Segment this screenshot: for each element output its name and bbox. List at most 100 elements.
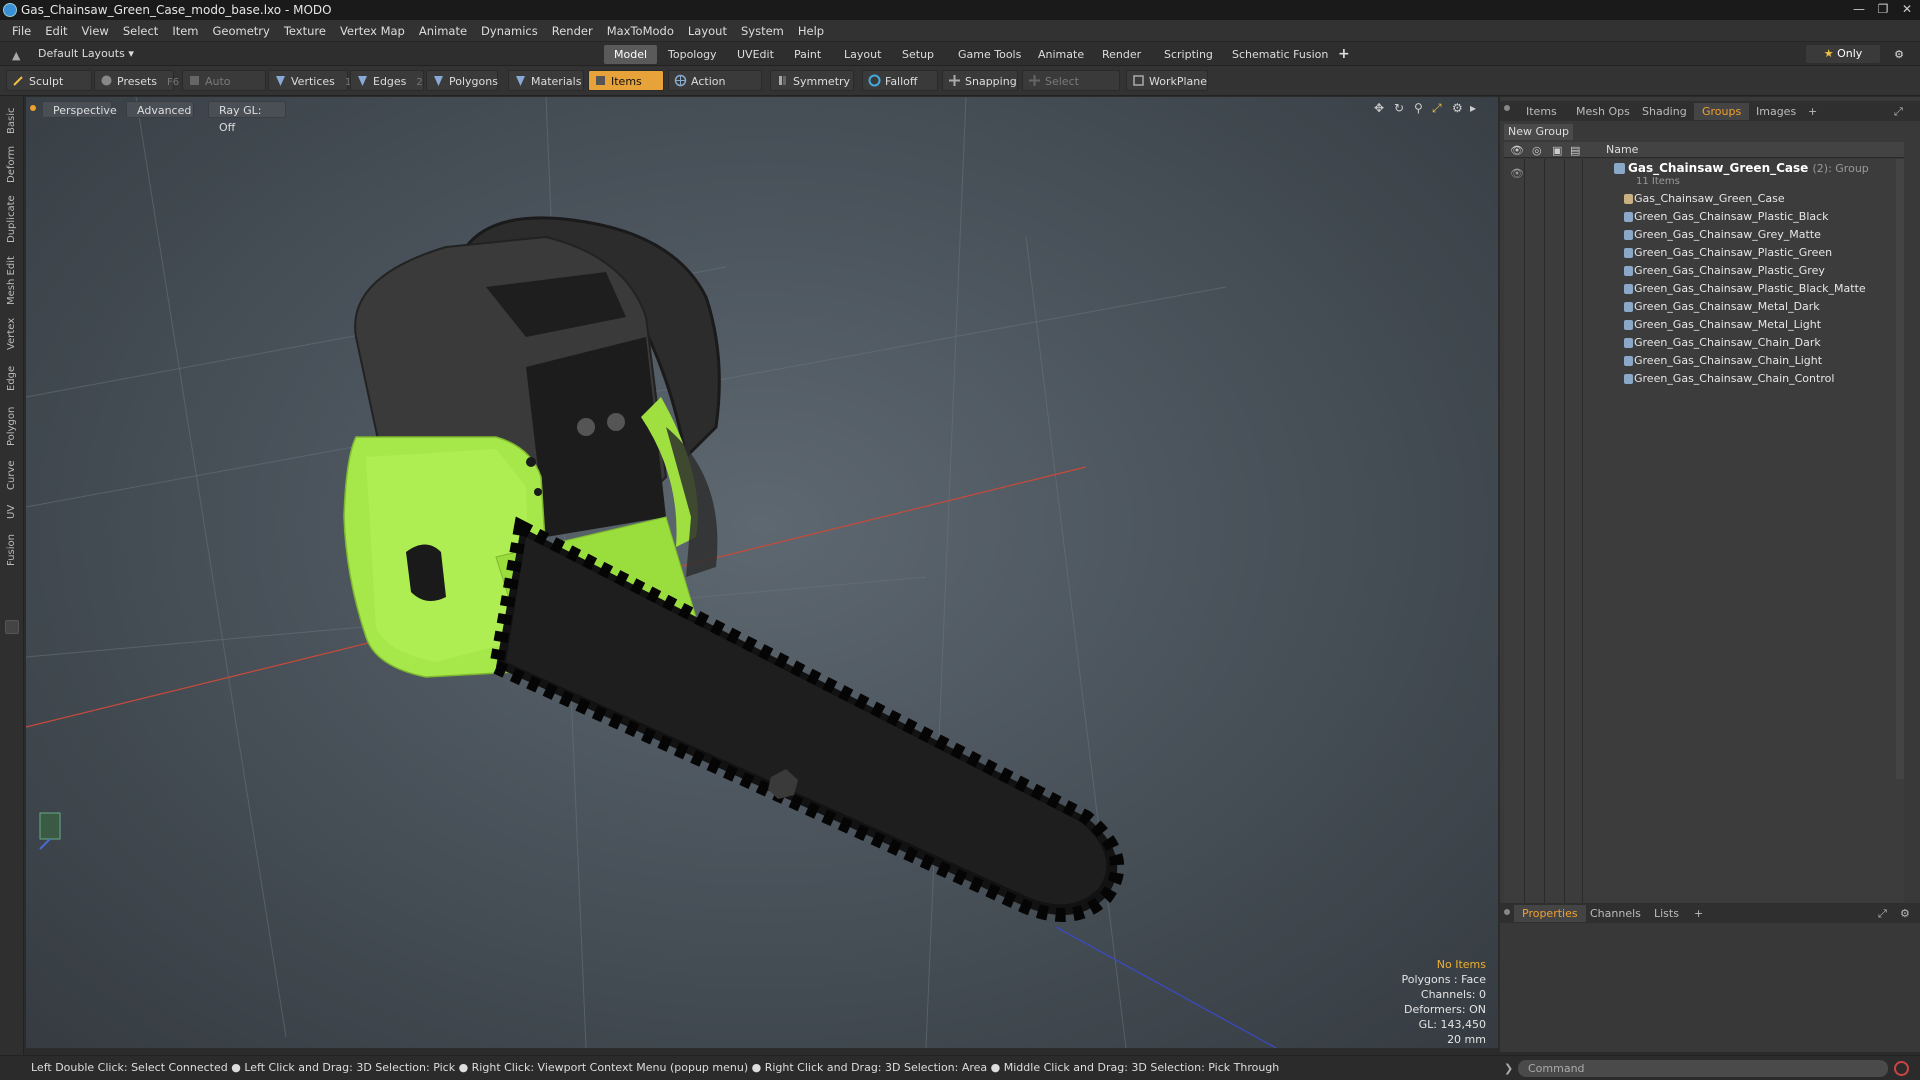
- list-item[interactable]: Green_Gas_Chainsaw_Chain_Control: [1504, 370, 1904, 388]
- fit-icon[interactable]: ⤢: [1432, 101, 1442, 116]
- list-item[interactable]: Green_Gas_Chainsaw_Plastic_Black_Matte: [1504, 280, 1904, 298]
- strip-toggle-button[interactable]: [5, 620, 19, 634]
- tab-properties[interactable]: Properties: [1514, 905, 1586, 922]
- restore-icon[interactable]: ❐: [1872, 0, 1894, 18]
- zoom-icon[interactable]: ⚲: [1414, 101, 1423, 115]
- menu-help[interactable]: Help: [791, 20, 831, 42]
- tab-duplicate[interactable]: Duplicate: [2, 192, 22, 246]
- list-scrollbar[interactable]: [1896, 159, 1904, 779]
- items-button[interactable]: Items: [588, 70, 664, 91]
- auto-select-button[interactable]: Auto Select: [182, 70, 266, 109]
- tab-model[interactable]: Model: [604, 45, 658, 64]
- viewport-gear-icon[interactable]: ⚙: [1452, 101, 1463, 115]
- polygons-button[interactable]: Polygons: [426, 70, 498, 91]
- tab-channels[interactable]: Channels: [1582, 905, 1649, 922]
- expand-icon[interactable]: ⤢: [1886, 103, 1911, 120]
- list-item[interactable]: Green_Gas_Chainsaw_Grey_Matte: [1504, 226, 1904, 244]
- tab-uvedit[interactable]: UVEdit: [727, 45, 784, 64]
- tab-fusion[interactable]: Fusion: [2, 530, 22, 570]
- new-group-button[interactable]: New Group: [1504, 124, 1573, 140]
- tab-vertex[interactable]: Vertex: [2, 314, 22, 354]
- add-panel-tab-icon[interactable]: +: [1800, 103, 1825, 120]
- props-gear-icon[interactable]: ⚙: [1892, 905, 1918, 922]
- menu-system[interactable]: System: [734, 20, 791, 42]
- vertices-button[interactable]: Vertices 1: [268, 70, 351, 91]
- raygl-button[interactable]: Ray GL: Off: [208, 101, 286, 134]
- tab-polygon[interactable]: Polygon: [2, 402, 22, 450]
- tab-mesh-edit[interactable]: Mesh Edit: [2, 254, 22, 308]
- tab-edge[interactable]: Edge: [2, 360, 22, 396]
- tab-scripting[interactable]: Scripting: [1154, 45, 1223, 64]
- list-item[interactable]: Green_Gas_Chainsaw_Metal_Light: [1504, 316, 1904, 334]
- tab-curve[interactable]: Curve: [2, 456, 22, 494]
- tab-topology[interactable]: Topology: [658, 45, 727, 64]
- workplane-button[interactable]: WorkPlane: [1126, 70, 1208, 91]
- symmetry-button[interactable]: Symmetry: [770, 70, 854, 91]
- sculpt-button[interactable]: Sculpt: [6, 70, 92, 91]
- chevron-right-icon[interactable]: ▸: [1470, 101, 1476, 115]
- command-input[interactable]: Command: [1518, 1060, 1888, 1077]
- 3d-viewport[interactable]: Perspective Advanced Ray GL: Off ✥ ↻ ⚲ ⤢…: [26, 97, 1498, 1048]
- tab-game-tools[interactable]: Game Tools: [948, 45, 1031, 64]
- list-item[interactable]: Green_Gas_Chainsaw_Plastic_Black: [1504, 208, 1904, 226]
- menu-dynamics[interactable]: Dynamics: [474, 20, 545, 42]
- tab-deform[interactable]: Deform: [2, 144, 22, 184]
- menu-item[interactable]: Item: [165, 20, 205, 42]
- tab-groups[interactable]: Groups: [1694, 103, 1750, 120]
- tab-mesh-ops[interactable]: Mesh Ops: [1568, 103, 1638, 120]
- minimize-icon[interactable]: —: [1848, 0, 1870, 18]
- tab-paint[interactable]: Paint: [784, 45, 831, 64]
- menu-layout[interactable]: Layout: [681, 20, 734, 42]
- menu-file[interactable]: File: [0, 20, 38, 42]
- move-icon[interactable]: ✥: [1374, 101, 1384, 115]
- materials-button[interactable]: Materials: [508, 70, 584, 91]
- menu-view[interactable]: View: [75, 20, 116, 42]
- advanced-button[interactable]: Advanced: [126, 101, 194, 118]
- edges-button[interactable]: Edges 2: [350, 70, 424, 91]
- list-item[interactable]: Green_Gas_Chainsaw_Chain_Light: [1504, 352, 1904, 370]
- perspective-button[interactable]: Perspective: [42, 101, 117, 118]
- list-item[interactable]: Green_Gas_Chainsaw_Plastic_Grey: [1504, 262, 1904, 280]
- menu-maxtomodo[interactable]: MaxToModo: [600, 20, 681, 42]
- menu-animate[interactable]: Animate: [412, 20, 474, 42]
- menu-geometry[interactable]: Geometry: [206, 20, 277, 42]
- snapping-button[interactable]: Snapping: [942, 70, 1018, 91]
- select-through-button[interactable]: Select Through: [1022, 70, 1120, 109]
- menu-render[interactable]: Render: [545, 20, 600, 42]
- layout-selector[interactable]: ▲ Default Layouts ▾: [8, 45, 134, 63]
- add-tab-icon[interactable]: +: [1328, 45, 1360, 64]
- tab-items[interactable]: Items: [1518, 103, 1565, 120]
- gear-icon[interactable]: ⚙: [1884, 45, 1914, 64]
- tab-render[interactable]: Render: [1092, 45, 1151, 64]
- tab-uv[interactable]: UV: [2, 500, 22, 524]
- tab-lists[interactable]: Lists: [1646, 905, 1687, 922]
- tab-animate[interactable]: Animate: [1028, 45, 1094, 64]
- tab-setup[interactable]: Setup: [892, 45, 944, 64]
- add-props-tab-icon[interactable]: +: [1686, 905, 1711, 922]
- tab-images[interactable]: Images: [1748, 103, 1804, 120]
- tab-layout[interactable]: Layout: [834, 45, 891, 64]
- group-visibility-icon[interactable]: 👁: [1510, 165, 1524, 183]
- workplane-icon: [1133, 75, 1144, 86]
- menu-vertex-map[interactable]: Vertex Map: [333, 20, 412, 42]
- menu-select[interactable]: Select: [116, 20, 165, 42]
- record-icon[interactable]: [1894, 1061, 1909, 1076]
- rotate-icon[interactable]: ↻: [1394, 101, 1404, 115]
- tab-schematic-fusion[interactable]: Schematic Fusion: [1222, 45, 1338, 64]
- list-item[interactable]: Green_Gas_Chainsaw_Plastic_Green: [1504, 244, 1904, 262]
- close-icon[interactable]: ✕: [1896, 0, 1918, 18]
- tab-shading[interactable]: Shading: [1634, 103, 1695, 120]
- presets-button[interactable]: Presets F6: [94, 70, 179, 91]
- tab-basic[interactable]: Basic: [2, 104, 22, 138]
- menu-texture[interactable]: Texture: [277, 20, 333, 42]
- mesh-icon: [1624, 212, 1633, 222]
- materials-icon: [516, 76, 525, 86]
- menu-edit[interactable]: Edit: [38, 20, 74, 42]
- only-button[interactable]: ★ Only: [1806, 45, 1880, 63]
- list-item[interactable]: Green_Gas_Chainsaw_Chain_Dark: [1504, 334, 1904, 352]
- list-item[interactable]: Green_Gas_Chainsaw_Metal_Dark: [1504, 298, 1904, 316]
- group-row[interactable]: 👁 Gas_Chainsaw_Green_Case (2): Group 11 …: [1504, 159, 1904, 189]
- action-center-button[interactable]: Action Center: [668, 70, 762, 109]
- falloff-button[interactable]: Falloff: [862, 70, 938, 91]
- list-item[interactable]: Gas_Chainsaw_Green_Case: [1504, 190, 1904, 208]
